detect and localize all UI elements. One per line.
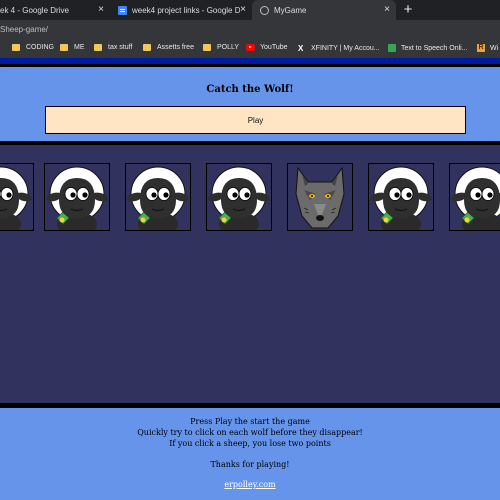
- tab-label: MyGame: [274, 5, 307, 15]
- tab-week4-project-links[interactable]: week4 project links - Google Do ×: [114, 0, 252, 20]
- author-link[interactable]: erpolley.com: [224, 480, 275, 489]
- bookmark-assetts-free[interactable]: Assetts free: [143, 44, 194, 51]
- tab-label: ek 4 - Google Drive: [0, 5, 69, 15]
- address-bar[interactable]: Sheep-game/: [0, 20, 500, 40]
- bookmark-wi[interactable]: R Wi: [477, 44, 498, 52]
- close-icon[interactable]: ×: [240, 4, 246, 16]
- instruction-line-3: If you click a sheep, you lose two point…: [169, 439, 331, 448]
- folder-icon: [143, 44, 151, 51]
- sheep-card[interactable]: [125, 163, 191, 231]
- instruction-line-1: Press Play the start the game: [190, 417, 310, 426]
- bookmark-coding[interactable]: CODING: [12, 44, 54, 51]
- google-docs-icon: [118, 5, 127, 15]
- close-icon[interactable]: ×: [384, 4, 390, 16]
- thanks-text: Thanks for playing!: [210, 460, 290, 469]
- xfinity-icon: X: [298, 44, 304, 53]
- wolf-icon: [288, 164, 352, 230]
- bookmark-label: Text to Speech Onli...: [401, 44, 468, 52]
- author-link-container: erpolley.com: [0, 480, 500, 489]
- bookmark-xfinity[interactable]: X XFINITY | My Accou...: [298, 44, 380, 53]
- close-icon[interactable]: ×: [98, 4, 104, 16]
- bookmark-youtube[interactable]: YouTube: [246, 44, 288, 51]
- bookmarks-bar: CODING ME tax stuff Assetts free POLLY Y…: [0, 40, 500, 58]
- new-tab-button[interactable]: +: [400, 2, 416, 18]
- folder-icon: [203, 44, 211, 51]
- tab-google-drive[interactable]: ek 4 - Google Drive ×: [0, 0, 110, 20]
- sheep-card[interactable]: [206, 163, 272, 231]
- tab-label: week4 project links - Google Do: [132, 5, 240, 15]
- game-header: Catch the Wolf! Play: [0, 67, 500, 141]
- bookmark-polly[interactable]: POLLY: [203, 44, 239, 51]
- youtube-icon: [246, 44, 255, 51]
- game-title: Catch the Wolf!: [206, 84, 294, 95]
- bookmark-text-to-speech[interactable]: Text to Speech Onli...: [388, 44, 468, 52]
- instruction-line-2: Quickly try to click on each wolf before…: [137, 428, 363, 437]
- play-button[interactable]: Play: [45, 106, 466, 134]
- sheep-icon: [207, 164, 271, 230]
- sheep-card[interactable]: [0, 163, 34, 231]
- bookmark-label: YouTube: [260, 44, 288, 51]
- bookmark-label: tax stuff: [108, 44, 133, 51]
- bookmark-label: Wi: [490, 44, 499, 52]
- bookmark-label: XFINITY | My Accou...: [311, 45, 380, 52]
- sheep-card[interactable]: [44, 163, 110, 231]
- bookmark-label: POLLY: [217, 44, 240, 51]
- sheep-card[interactable]: [449, 163, 500, 231]
- tab-mygame[interactable]: MyGame ×: [252, 0, 396, 20]
- instructions-footer: Press Play the start the game Quickly tr…: [0, 408, 500, 500]
- bookmark-label: CODING: [26, 44, 54, 51]
- bookmark-label: ME: [74, 44, 85, 51]
- globe-icon: [260, 5, 269, 15]
- bookmark-me[interactable]: ME: [60, 44, 85, 51]
- bookmark-label: Assetts free: [157, 44, 194, 51]
- sheep-card[interactable]: [368, 163, 434, 231]
- folder-icon: [60, 44, 68, 51]
- text-to-speech-icon: [388, 44, 396, 52]
- bookmark-tax-stuff[interactable]: tax stuff: [94, 44, 132, 51]
- url-text[interactable]: Sheep-game/: [0, 23, 48, 37]
- sheep-icon: [450, 164, 500, 230]
- sheep-icon: [0, 164, 33, 230]
- game-board: [0, 145, 500, 403]
- sheep-icon: [126, 164, 190, 230]
- sheep-icon: [369, 164, 433, 230]
- sheep-icon: [45, 164, 109, 230]
- wolf-card[interactable]: [287, 163, 353, 231]
- browser-tab-bar: ek 4 - Google Drive × week4 project link…: [0, 0, 500, 20]
- folder-icon: [12, 44, 20, 51]
- folder-icon: [94, 44, 102, 51]
- r-icon: R: [477, 44, 485, 52]
